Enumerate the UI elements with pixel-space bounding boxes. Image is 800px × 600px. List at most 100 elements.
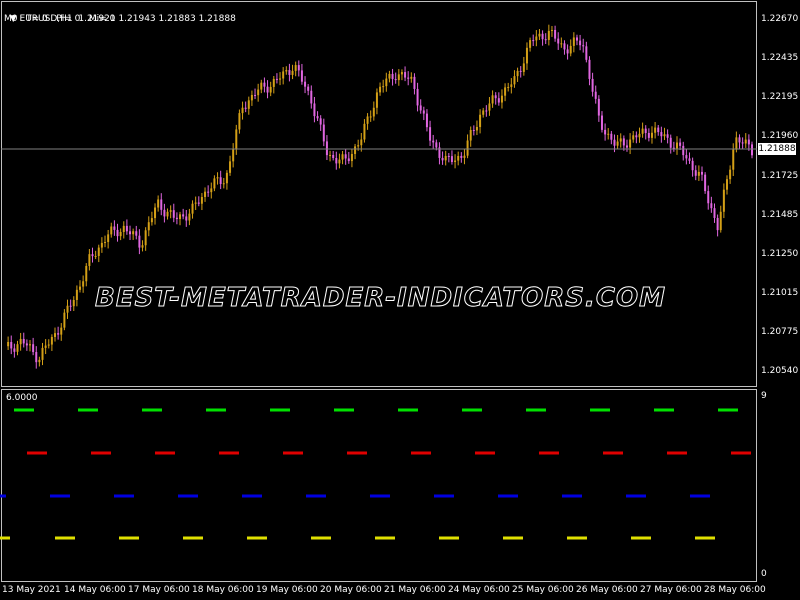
candle-body [35,352,38,363]
candle-body [450,156,453,162]
candle-body [129,231,132,235]
candle-body [732,149,735,170]
candle-body [88,254,91,266]
candle-body [282,71,285,79]
time-label: 18 May 06:00 [192,585,254,595]
candle-body [75,289,78,300]
candle-body [38,359,41,363]
candle-body [188,213,191,221]
candle-body [547,30,550,40]
candle-body [363,123,366,140]
candle-body [82,281,85,287]
candle-body [429,127,432,141]
candle-body [119,231,122,237]
candle-body [688,158,691,161]
candle-body [97,247,100,256]
candle-body [747,139,750,145]
candle-body [619,138,622,142]
candle-body [360,139,363,146]
candle-body [304,81,307,87]
price-label: 1.22670 [761,14,799,24]
candle-body [507,86,510,88]
watermark: BEST-METATRADER-INDICATORS.COM [95,283,666,314]
candle-body [10,342,13,349]
candle-body [72,299,75,307]
candle-body [675,142,678,149]
candle-body [335,157,338,164]
candle-body [610,133,613,140]
candle-body [291,70,294,75]
current-price-tag: 1.21888 [758,143,796,155]
price-label: 1.21485 [761,210,799,220]
candle-body [69,305,72,307]
candle-body [7,342,10,347]
candle-body [122,225,125,232]
price-label: 1.22195 [761,92,799,102]
candle-body [163,209,166,217]
candle-body [682,145,685,156]
candle-body [469,130,472,141]
candle-body [116,229,119,237]
candle-body [204,191,207,197]
candle-body [413,76,416,89]
candle-body [244,107,247,109]
candle-body [50,336,53,345]
candle-body [260,82,263,90]
candle-body [141,245,144,248]
candle-body [347,158,350,162]
candle-body [735,137,738,150]
candle-body [622,138,625,146]
candle-body [472,130,475,132]
candle-body [579,40,582,46]
candle-body [322,124,325,142]
candle-body [166,211,169,217]
candle-body [135,231,138,236]
candle-body [597,98,600,116]
candle-body [57,333,60,335]
candle-body [288,70,291,75]
candle-body [197,202,200,204]
candle-body [13,348,16,352]
candle-body [704,174,707,192]
candle-body [397,74,400,81]
candle-body [307,86,310,91]
candle-body [400,72,403,75]
candle-body [616,141,619,146]
candle-body [191,203,194,214]
candle-body [213,178,216,189]
candle-body [632,135,635,140]
candle-body [516,70,519,77]
candle-body [454,160,457,162]
candle-body [294,65,297,71]
candle-body [497,98,500,103]
candle-body [394,79,397,81]
candle-body [350,153,353,162]
candle-body [638,133,641,138]
candle-body [488,103,491,111]
candle-body [275,78,278,80]
candle-body [463,155,466,158]
candle-body [357,145,360,147]
candle-body [679,142,682,146]
candle-body [425,113,428,128]
candle-body [297,65,300,71]
time-label: 19 May 06:00 [256,585,318,595]
time-label: 25 May 06:00 [512,585,574,595]
candle-body [663,134,666,137]
candle-body [482,110,485,115]
candle-body [522,63,525,72]
candle-body [325,141,328,156]
price-label: 1.21250 [761,249,799,259]
candle-body [713,208,716,218]
candle-body [604,129,607,135]
indicator-value-label: 6.0000 [6,393,38,403]
candle-body [32,344,35,353]
price-label: 1.20775 [761,327,799,337]
candle-body [441,157,444,161]
candle-body [475,126,478,131]
candle-body [582,45,585,47]
candle-body [210,188,213,193]
candle-body [660,132,663,137]
candle-body [666,134,669,138]
candle-body [563,43,566,50]
